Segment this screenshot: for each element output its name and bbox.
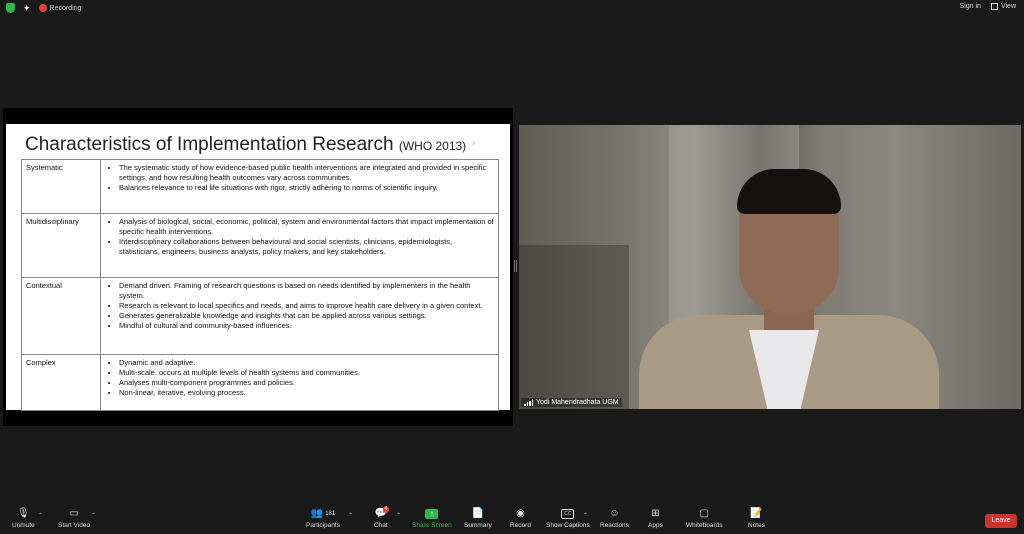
unmute-button[interactable]: 🎙 Unmute bbox=[12, 508, 35, 529]
participant-video-feed bbox=[629, 165, 949, 409]
apps-icon: ⊞ bbox=[651, 508, 660, 519]
hair-shape bbox=[737, 169, 841, 214]
characteristics-table: Systematic The systematic study of how e… bbox=[21, 159, 499, 411]
audio-options-chevron-icon[interactable]: ⌃ bbox=[38, 512, 43, 519]
participant-name-label: Yodi Mahendradhata UGM bbox=[521, 398, 622, 407]
share-screen-label: Share Screen bbox=[412, 522, 452, 529]
apps-label: Apps bbox=[648, 522, 663, 529]
slide-title-text: Characteristics of Implementation Resear… bbox=[25, 134, 394, 155]
security-shield-icon[interactable] bbox=[6, 3, 15, 13]
list-item: Mindful of cultural and community-based … bbox=[119, 321, 494, 331]
category-cell: Complex bbox=[21, 354, 101, 411]
recording-indicator[interactable]: Recording bbox=[38, 4, 82, 12]
table-row: Multidisciplinary Analysis of biological… bbox=[21, 213, 499, 278]
list-item: Interdisciplinary collaborations between… bbox=[119, 237, 494, 257]
apps-button[interactable]: ⊞ Apps bbox=[648, 508, 663, 529]
reactions-label: Reactions bbox=[600, 522, 629, 529]
chat-icon: 💬 4 bbox=[374, 506, 390, 519]
show-captions-label: Show Captions bbox=[546, 522, 590, 529]
microphone-muted-icon: 🎙 bbox=[17, 508, 30, 519]
notes-label: Notes bbox=[748, 522, 765, 529]
category-cell: Contextual bbox=[21, 277, 101, 355]
whiteboards-button[interactable]: ▢ Whiteboards bbox=[686, 508, 723, 529]
list-item: Demand driven. Framing of research quest… bbox=[119, 281, 494, 301]
notes-icon: 📝 bbox=[750, 508, 763, 519]
start-video-button[interactable]: ▭ Start Video bbox=[58, 508, 90, 529]
record-label: Record bbox=[510, 522, 531, 529]
video-options-chevron-icon[interactable]: ⌃ bbox=[91, 512, 96, 519]
participants-button[interactable]: 👥 181 Participants bbox=[306, 508, 340, 529]
category-cell: Multidisciplinary bbox=[21, 213, 101, 278]
notes-button[interactable]: 📝 Notes bbox=[748, 508, 765, 529]
view-label: View bbox=[1000, 3, 1016, 10]
table-row: Systematic The systematic study of how e… bbox=[21, 159, 499, 214]
list-item: Analysis of biological, social, economic… bbox=[119, 217, 494, 237]
leave-button[interactable]: Leave bbox=[985, 514, 1017, 528]
list-item: Balances relevance to real life situatio… bbox=[119, 183, 494, 193]
signal-strength-icon bbox=[524, 399, 533, 406]
points-cell: The systematic study of how evidence-bas… bbox=[100, 159, 499, 214]
rocket-icon[interactable]: ✦ bbox=[23, 3, 31, 13]
view-button[interactable]: View bbox=[990, 3, 1016, 10]
share-screen-icon: ↑ bbox=[425, 509, 439, 519]
grid-view-icon bbox=[990, 3, 998, 10]
participants-icon: 👥 bbox=[310, 508, 324, 519]
participant-name: Yodi Mahendradhata UGM bbox=[536, 399, 619, 406]
list-item: Generates generalizable knowledge and in… bbox=[119, 311, 494, 321]
list-item: Analyses multi-component programmes and … bbox=[119, 378, 494, 388]
recording-dot-icon bbox=[38, 4, 47, 12]
participants-count: 181 bbox=[325, 511, 336, 517]
share-screen-icon-wrap: ↑ bbox=[425, 508, 439, 520]
table-row: Complex Dynamic and adaptive. Multi-scal… bbox=[21, 354, 499, 411]
chat-button[interactable]: 💬 4 Chat bbox=[374, 506, 390, 529]
chat-label: Chat bbox=[374, 522, 388, 529]
participant-video-tile[interactable]: Yodi Mahendradhata UGM bbox=[519, 125, 1021, 409]
reactions-button[interactable]: ☺ Reactions bbox=[600, 508, 629, 529]
participants-label: Participants bbox=[306, 522, 340, 529]
captions-icon-wrap: CC bbox=[561, 508, 575, 520]
whiteboard-icon: ▢ bbox=[699, 508, 709, 519]
participants-options-chevron-icon[interactable]: ⌃ bbox=[348, 512, 353, 519]
slide-title: Characteristics of Implementation Resear… bbox=[25, 134, 466, 156]
slide-subtitle: (WHO 2013) bbox=[398, 139, 467, 153]
slide-next-arrow-icon: › bbox=[472, 138, 475, 148]
participants-icon-wrap: 👥 181 bbox=[311, 508, 335, 520]
list-item: Non-linear, iterative, evolving process. bbox=[119, 388, 494, 398]
points-cell: Demand driven. Framing of research quest… bbox=[100, 277, 499, 355]
table-row: Contextual Demand driven. Framing of res… bbox=[21, 277, 499, 355]
summary-label: Summary bbox=[464, 522, 492, 529]
reactions-icon: ☺ bbox=[609, 508, 620, 519]
points-cell: Analysis of biological, social, economic… bbox=[100, 213, 499, 278]
list-item: Multi-scale: occurs at multiple levels o… bbox=[119, 368, 494, 378]
chat-options-chevron-icon[interactable]: ⌃ bbox=[396, 512, 401, 519]
background-shadow bbox=[519, 245, 629, 409]
presentation-slide: Characteristics of Implementation Resear… bbox=[6, 124, 510, 411]
list-item: Dynamic and adaptive. bbox=[119, 358, 494, 368]
unmute-label: Unmute bbox=[12, 522, 35, 529]
chat-badge: 4 bbox=[382, 506, 390, 513]
captions-icon: CC bbox=[561, 509, 575, 519]
start-video-label: Start Video bbox=[58, 522, 91, 529]
record-icon: ◉ bbox=[516, 508, 525, 519]
recording-label: Recording bbox=[49, 4, 82, 12]
meeting-toolbar: 🎙 Unmute ⌃ ▭ Start Video ⌃ 👥 181 Partici… bbox=[0, 506, 1024, 534]
share-screen-button[interactable]: ↑ Share Screen bbox=[412, 508, 452, 529]
meeting-status: ✦ Recording bbox=[6, 3, 81, 13]
points-cell: Dynamic and adaptive. Multi-scale: occur… bbox=[100, 354, 499, 411]
category-cell: Systematic bbox=[21, 159, 101, 214]
whiteboards-label: Whiteboards bbox=[686, 522, 723, 529]
record-button[interactable]: ◉ Record bbox=[510, 508, 531, 529]
list-item: Research is relevant to local specifics … bbox=[119, 301, 494, 311]
shared-screen: Characteristics of Implementation Resear… bbox=[3, 108, 513, 426]
split-resize-handle[interactable] bbox=[514, 260, 517, 272]
summary-button[interactable]: 📄 Summary bbox=[464, 508, 492, 529]
list-item: The systematic study of how evidence-bas… bbox=[119, 163, 494, 183]
summary-icon: 📄 bbox=[471, 508, 485, 519]
captions-options-chevron-icon[interactable]: ⌃ bbox=[583, 512, 588, 519]
top-bar: ✦ Recording Sign in View bbox=[0, 0, 1024, 18]
sign-in-button[interactable]: Sign in bbox=[960, 3, 981, 10]
video-off-icon: ▭ bbox=[69, 508, 79, 519]
